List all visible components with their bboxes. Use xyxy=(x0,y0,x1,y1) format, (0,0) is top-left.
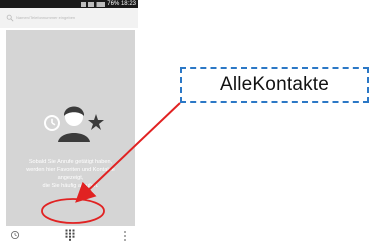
annotation-callout-text: AlleKontakte xyxy=(219,74,330,95)
empty-state-illustration xyxy=(44,106,104,142)
empty-state-message: Sobald Sie Anrufe getätigt haben, werden… xyxy=(12,158,129,190)
more-vertical-icon[interactable] xyxy=(121,230,129,242)
bottom-navigation xyxy=(0,226,138,246)
status-right: 76% 18:23 xyxy=(81,0,136,8)
empty-state-line-2: werden hier Favoriten und Kontakte xyxy=(26,167,115,173)
status-icons xyxy=(81,1,106,7)
star-icon xyxy=(88,114,104,130)
page: 76% 18:23 Namen/Telefonnummer eingeben S… xyxy=(0,0,369,246)
clock-icon[interactable] xyxy=(10,230,20,240)
search-placeholder: Namen/Telefonnummer eingeben xyxy=(16,15,76,20)
status-bar: 76% 18:23 xyxy=(0,0,138,8)
empty-state-line-4: die Sie häufig anrufen. xyxy=(42,183,99,189)
annotation-callout: AlleKontakte xyxy=(180,67,369,103)
search-icon xyxy=(6,14,14,22)
dialpad-icon[interactable] xyxy=(65,229,75,241)
phone-screen: 76% 18:23 Namen/Telefonnummer eingeben S… xyxy=(0,0,138,246)
empty-state-line-3: angezeigt, xyxy=(57,175,84,181)
person-icon xyxy=(58,106,90,142)
status-text: 76% 18:23 xyxy=(107,1,136,7)
search-bar[interactable]: Namen/Telefonnummer eingeben xyxy=(0,8,138,28)
empty-state-line-1: Sobald Sie Anrufe getätigt haben, xyxy=(28,159,113,165)
favorites-empty-area: Sobald Sie Anrufe getätigt haben, werden… xyxy=(6,30,135,244)
clock-icon xyxy=(44,115,60,131)
